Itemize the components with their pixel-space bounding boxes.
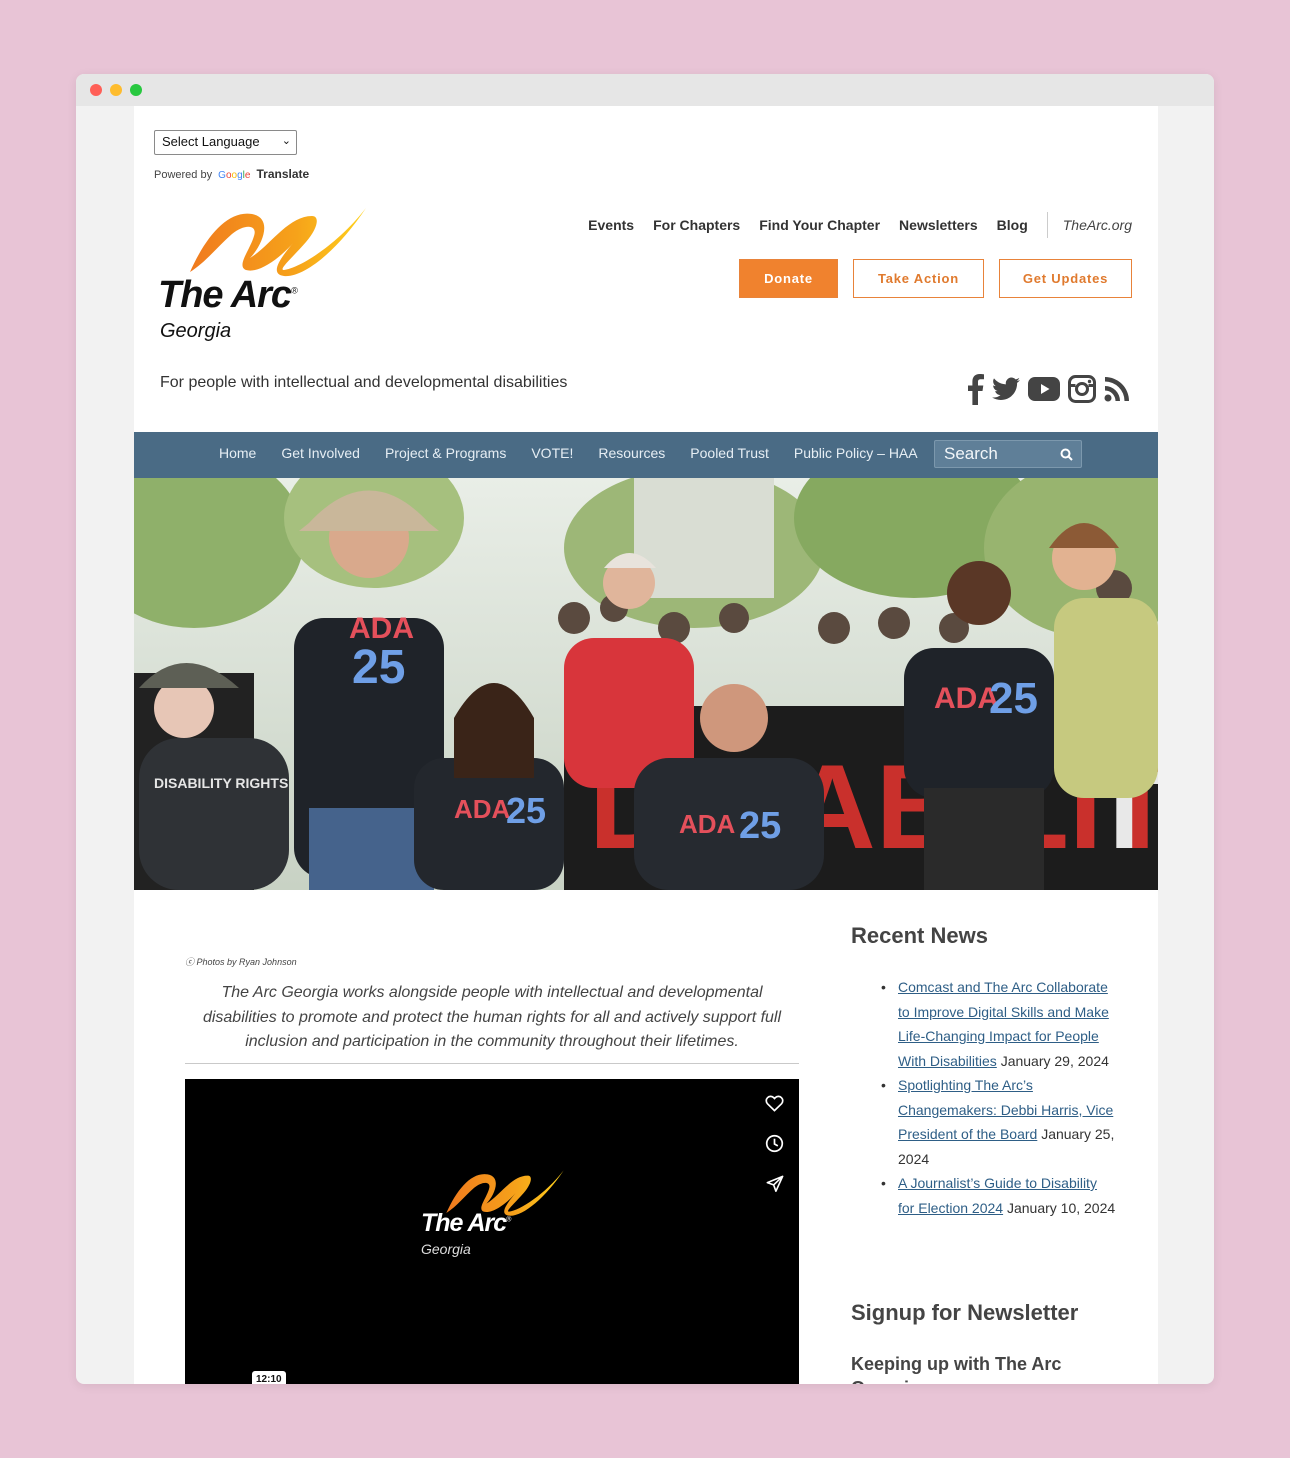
take-action-button[interactable]: Take Action (853, 259, 984, 298)
logo-state: Georgia (160, 320, 232, 342)
main-nav-public-policy[interactable]: Public Policy – HAA (794, 445, 918, 461)
main-nav-resources[interactable]: Resources (598, 445, 665, 461)
chevron-down-icon: ⌄ (281, 135, 291, 147)
video-logo: The Arc® Georgia (415, 1169, 575, 1269)
top-nav-blog[interactable]: Blog (997, 217, 1028, 233)
search-input[interactable]: Search (934, 440, 1082, 468)
svg-text:ADA: ADA (679, 809, 736, 839)
youtube-icon[interactable] (1028, 377, 1060, 406)
main-nav: Home Get Involved Project & Programs VOT… (134, 432, 1158, 478)
top-nav-for-chapters[interactable]: For Chapters (653, 217, 740, 233)
facebook-icon[interactable] (966, 373, 984, 410)
main-nav-pooled-trust[interactable]: Pooled Trust (690, 445, 769, 461)
divider (185, 1063, 799, 1064)
video-player[interactable]: The Arc® Georgia 12:10 (185, 1079, 799, 1384)
main-nav-vote[interactable]: VOTE! (531, 445, 573, 461)
news-date: January 10, 2024 (1006, 1199, 1116, 1216)
site-logo[interactable]: The Arc® Georgia (158, 206, 368, 346)
browser-window: Select Language ⌄ Powered by Google Tran… (76, 74, 1214, 1384)
shirt-25-text: 25 (352, 641, 405, 694)
video-logo-state: Georgia (421, 1241, 471, 1257)
svg-text:25: 25 (739, 805, 781, 847)
language-select-value: Select Language (162, 134, 260, 149)
social-links (958, 373, 1130, 410)
clock-icon[interactable] (765, 1134, 784, 1153)
mission-statement: The Arc Georgia works alongside people w… (202, 984, 782, 1050)
recent-news-title: Recent News (851, 923, 988, 948)
web-page: Select Language ⌄ Powered by Google Tran… (134, 106, 1158, 1384)
donate-button[interactable]: Donate (739, 259, 838, 298)
top-nav-events[interactable]: Events (588, 217, 634, 233)
photo-credit: ⓒ Photos by Ryan Johnson (185, 957, 297, 967)
search-icon[interactable] (1060, 448, 1073, 461)
top-nav-thearc-org[interactable]: TheArc.org (1063, 217, 1132, 233)
title-bar (76, 74, 1214, 106)
minimize-window-button[interactable] (110, 84, 122, 96)
arc-swoosh-icon (190, 208, 366, 277)
recent-news-list: Comcast and The Arc Collaborate to Impro… (876, 975, 1116, 1220)
logo-name: The Arc® (158, 274, 298, 316)
powered-by-translate: Powered by Google Translate (154, 167, 309, 181)
site-tagline: For people with intellectual and develop… (160, 374, 568, 391)
chair-button-text: DISABILITY RIGHTS (154, 775, 288, 791)
google-logo: Google (218, 170, 251, 181)
rss-icon[interactable] (1104, 376, 1130, 407)
top-nav-newsletters[interactable]: Newsletters (899, 217, 978, 233)
main-nav-get-involved[interactable]: Get Involved (281, 445, 360, 461)
hero-photo: DISABILITY ITS DISABILITY RIGHTS ADA 25 (134, 478, 1158, 890)
close-window-button[interactable] (90, 84, 102, 96)
share-icon[interactable] (766, 1175, 784, 1193)
powered-by-label: Powered by (154, 169, 213, 181)
svg-text:25: 25 (506, 790, 546, 831)
video-duration: 12:10 (252, 1371, 286, 1384)
video-logo-name: The Arc® (421, 1209, 511, 1237)
news-item: Spotlighting The Arc’s Changemakers: Deb… (876, 1073, 1116, 1171)
nav-divider (1046, 212, 1048, 238)
search-placeholder: Search (944, 444, 998, 463)
main-nav-home[interactable]: Home (219, 445, 256, 461)
maximize-window-button[interactable] (130, 84, 142, 96)
language-select[interactable]: Select Language ⌄ (154, 130, 297, 155)
cta-buttons: Donate Take Action Get Updates (739, 259, 1132, 298)
instagram-icon[interactable] (1068, 375, 1096, 408)
translate-link[interactable]: Translate (256, 167, 309, 181)
main-nav-project-programs[interactable]: Project & Programs (385, 445, 506, 461)
top-nav-find-your-chapter[interactable]: Find Your Chapter (759, 217, 880, 233)
svg-text:25: 25 (989, 674, 1038, 723)
news-item: A Journalist’s Guide to Disability for E… (876, 1171, 1116, 1220)
top-nav: Events For Chapters Find Your Chapter Ne… (569, 212, 1132, 238)
news-item: Comcast and The Arc Collaborate to Impro… (876, 975, 1116, 1073)
newsletter-title: Signup for Newsletter (851, 1300, 1079, 1325)
get-updates-button[interactable]: Get Updates (999, 259, 1132, 298)
newsletter-subtitle: Keeping up with The Arc Georgia (851, 1354, 1062, 1384)
news-date: January 29, 2024 (1000, 1052, 1109, 1069)
twitter-icon[interactable] (992, 377, 1020, 406)
heart-icon[interactable] (765, 1095, 784, 1112)
svg-text:ADA: ADA (454, 794, 511, 824)
